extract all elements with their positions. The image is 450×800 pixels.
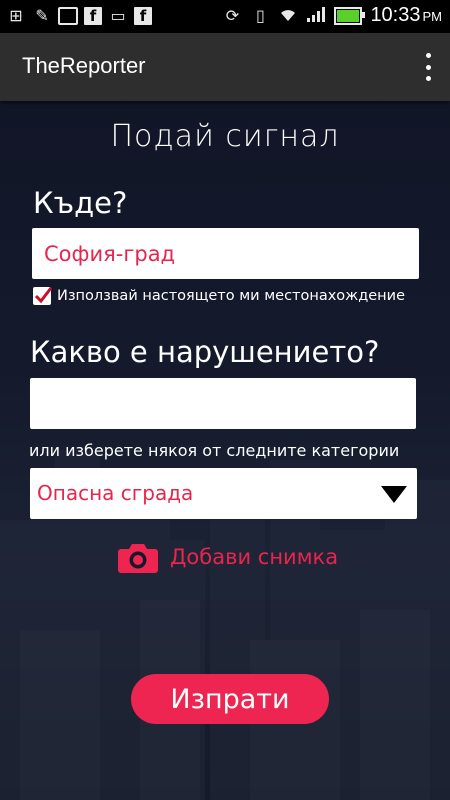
add-photo-button[interactable]: Добави снимка xyxy=(118,541,338,573)
system-icons: ⟳ ▯ 10:33 PM xyxy=(222,4,442,27)
app-title: TheReporter xyxy=(22,53,146,78)
use-current-location-label: Използвай настоящето ми местонахождение xyxy=(57,288,406,304)
checkmark-icon xyxy=(34,287,52,304)
screen: ⊞ ✎ f ▭ f ⟳ ▯ 10:33 PM TheReporter Подай… xyxy=(0,0,450,800)
add-icon: ⊞ xyxy=(9,6,23,25)
notification-icons: ⊞ ✎ f ▭ f xyxy=(6,6,152,26)
facebook-icon: f xyxy=(84,7,102,25)
violation-label: Какво е нарушението? xyxy=(30,335,380,369)
overflow-menu-icon[interactable] xyxy=(424,53,432,81)
dropdown-arrow-icon xyxy=(381,486,407,503)
app-bar: TheReporter xyxy=(0,33,450,101)
send-button[interactable]: Изпрати xyxy=(131,674,329,724)
violation-input[interactable] xyxy=(30,378,416,429)
edit-icon: ✎ xyxy=(35,6,49,25)
clock-ampm: PM xyxy=(422,9,443,24)
use-current-location-checkbox[interactable] xyxy=(33,287,52,305)
clock-time: 10:33 xyxy=(370,4,421,26)
category-selected-value: Опасна сграда xyxy=(37,481,194,505)
use-current-location-row[interactable]: Използвай настоящето ми местонахождение xyxy=(33,287,405,305)
where-label: Къде? xyxy=(33,186,128,220)
report-form: Подай сигнал Къде? Използвай настоящето … xyxy=(0,101,450,800)
category-select[interactable]: Опасна сграда xyxy=(30,468,417,519)
chat-icon: ▭ xyxy=(110,6,126,25)
facebook-icon: f xyxy=(134,7,152,25)
battery-icon xyxy=(334,7,366,25)
status-bar: ⊞ ✎ f ▭ f ⟳ ▯ 10:33 PM xyxy=(0,0,450,33)
add-photo-label: Добави снимка xyxy=(170,545,339,569)
camera-icon xyxy=(118,544,158,573)
page-title: Подай сигнал xyxy=(110,119,340,154)
card-icon xyxy=(58,7,78,25)
sync-icon: ⟳ xyxy=(225,5,240,25)
signal-icon xyxy=(306,5,326,27)
categories-hint: или изберете някоя от следните категории xyxy=(29,441,400,460)
location-input[interactable] xyxy=(32,228,419,279)
wifi-icon xyxy=(278,5,298,27)
clock: 10:33 PM xyxy=(370,4,442,27)
vibrate-icon: ▯ xyxy=(256,5,265,25)
